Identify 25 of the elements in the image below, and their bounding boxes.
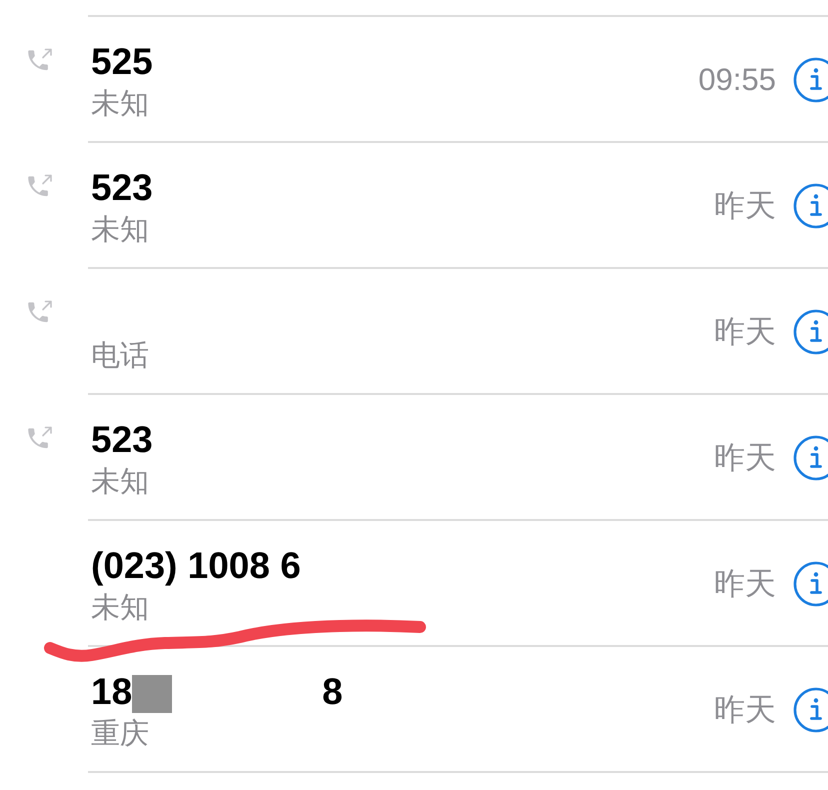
call-time: 昨天 [714,439,776,477]
call-label: 未知 [91,87,149,122]
call-label: 未知 [91,465,149,500]
call-time: 昨天 [714,691,776,729]
call-time: 昨天 [714,187,776,225]
call-label: 未知 [91,591,149,626]
call-row[interactable]: 18 8 重庆 昨天 [88,645,828,773]
call-label: 电话 [91,339,149,374]
contact-name: 523 [91,167,153,209]
call-time: 昨天 [714,565,776,603]
info-icon[interactable] [793,309,828,355]
contact-name: 523 [91,419,153,461]
info-icon[interactable] [793,57,828,103]
contact-name: 18 [91,671,132,713]
call-time: 09:55 [698,62,776,98]
info-icon[interactable] [793,435,828,481]
call-time: 昨天 [714,313,776,351]
contact-name: 8 [322,671,343,713]
call-label: 重庆 [91,717,149,752]
info-icon[interactable] [793,687,828,733]
call-label: 未知 [91,213,149,248]
contact-name: (023) 1008 6 [91,545,301,587]
info-icon[interactable] [793,183,828,229]
contact-name: 525 [91,41,153,83]
info-icon[interactable] [793,561,828,607]
